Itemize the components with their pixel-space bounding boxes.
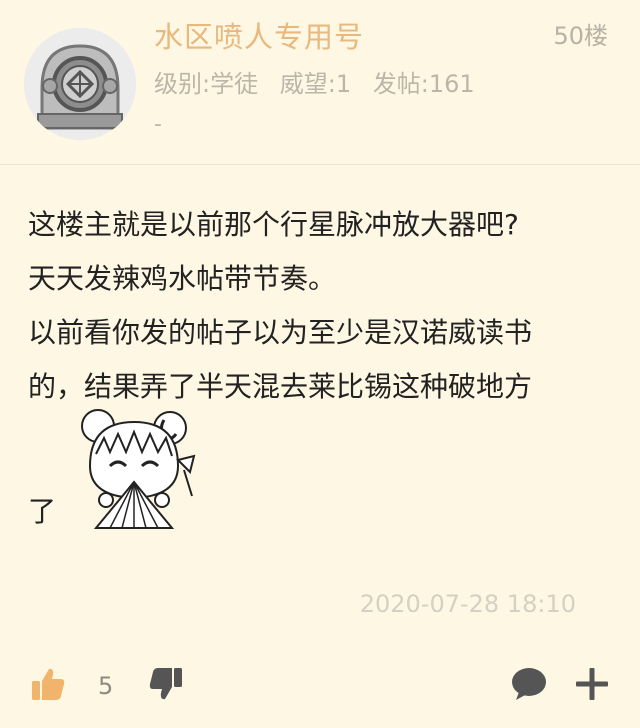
diving-helmet-icon: [24, 28, 136, 140]
thumbs-down-icon[interactable]: [148, 666, 184, 702]
content-line: 天天发辣鸡水帖带节奏。: [28, 262, 337, 295]
post-timestamp: 2020-07-28 18:10: [359, 590, 576, 618]
floor-number: 50楼: [553, 22, 608, 50]
thumbs-up-icon[interactable]: [30, 666, 66, 702]
sticker-trailing-text: 了: [28, 495, 57, 528]
username[interactable]: 水区喷人专用号: [154, 14, 364, 56]
user-prestige: 威望:1: [279, 70, 352, 98]
like-count: 5: [98, 672, 114, 700]
content-line: 以前看你发的帖子以为至少是汉诺威读书: [28, 316, 533, 349]
comment-bubble-icon[interactable]: [510, 666, 548, 702]
post-actions: 5: [0, 650, 640, 720]
user-post-count: 发帖:161: [372, 70, 475, 98]
avatar[interactable]: [24, 28, 136, 140]
plus-icon[interactable]: [574, 666, 610, 702]
post-header: 水区喷人专用号 50楼 级别:学徒 威望:1 发帖:161 -: [0, 0, 640, 165]
sticker-row: 了: [28, 400, 328, 530]
user-stats: 级别:学徒 威望:1 发帖:161: [154, 64, 489, 99]
post-content: 这楼主就是以前那个行星脉冲放大器吧? 天天发辣鸡水帖带节奏。 以前看你发的帖子以…: [28, 198, 618, 414]
content-line: 这楼主就是以前那个行星脉冲放大器吧?: [28, 208, 519, 241]
anime-girl-fan-sticker: [81, 409, 196, 529]
user-signature: -: [154, 112, 162, 137]
post-card: 水区喷人专用号 50楼 级别:学徒 威望:1 发帖:161 - 这楼主就是以前那…: [0, 0, 640, 728]
user-level: 级别:学徒: [154, 70, 259, 98]
